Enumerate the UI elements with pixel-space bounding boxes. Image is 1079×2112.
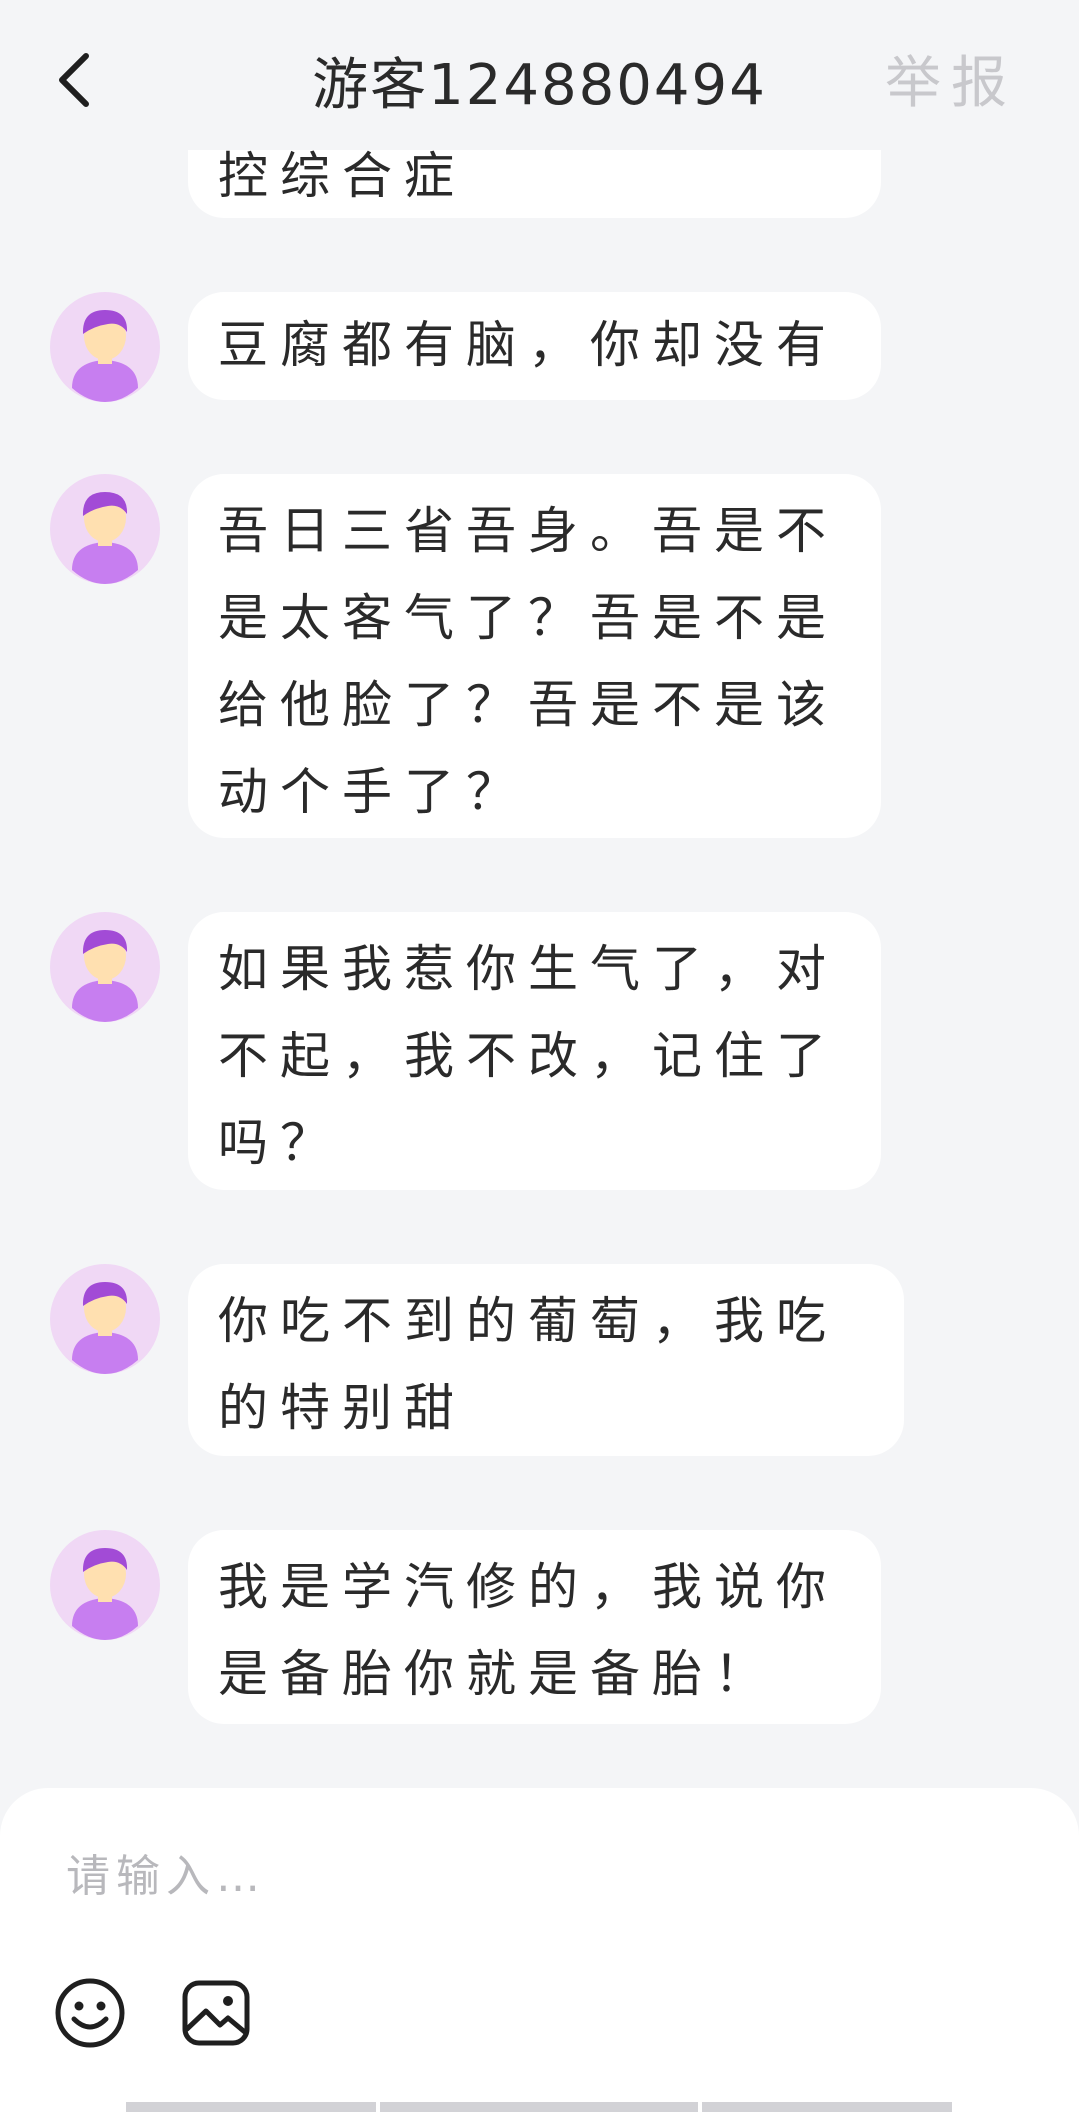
avatar-icon[interactable]	[50, 474, 160, 584]
message-composer	[0, 1788, 1079, 2112]
message-bubble: 豆腐都有脑，你却没有	[188, 292, 881, 400]
message-input[interactable]	[66, 1836, 966, 1916]
nav-bar-segment	[702, 2102, 952, 2112]
image-icon[interactable]	[176, 1973, 256, 2053]
smiley-icon[interactable]	[50, 1973, 130, 2053]
message-bubble: 你吃不到的葡萄，我吃的特别甜	[188, 1264, 904, 1456]
nav-bar-segment	[126, 2102, 376, 2112]
message-bubble: 吾日三省吾身。吾是不是太客气了？吾是不是给他脸了？吾是不是该动个手了？	[188, 474, 881, 838]
message-bubble: 如果我惹你生气了，对不起，我不改，记住了吗？	[188, 912, 881, 1190]
chat-header: 游客124880494 举报	[0, 0, 1079, 150]
avatar-icon[interactable]	[50, 1530, 160, 1640]
message-list[interactable]: 控综合症 豆腐都有脑，你却没有 吾日三省吾身。吾是不是太客气了？吾是不是给他脸了…	[0, 0, 1079, 1790]
avatar-icon[interactable]	[50, 1264, 160, 1374]
avatar-icon[interactable]	[50, 292, 160, 402]
report-button[interactable]: 举报	[885, 38, 1017, 119]
nav-bar-segment	[380, 2102, 698, 2112]
message-bubble: 我是学汽修的，我说你是备胎你就是备胎！	[188, 1530, 881, 1724]
avatar-icon[interactable]	[50, 912, 160, 1022]
